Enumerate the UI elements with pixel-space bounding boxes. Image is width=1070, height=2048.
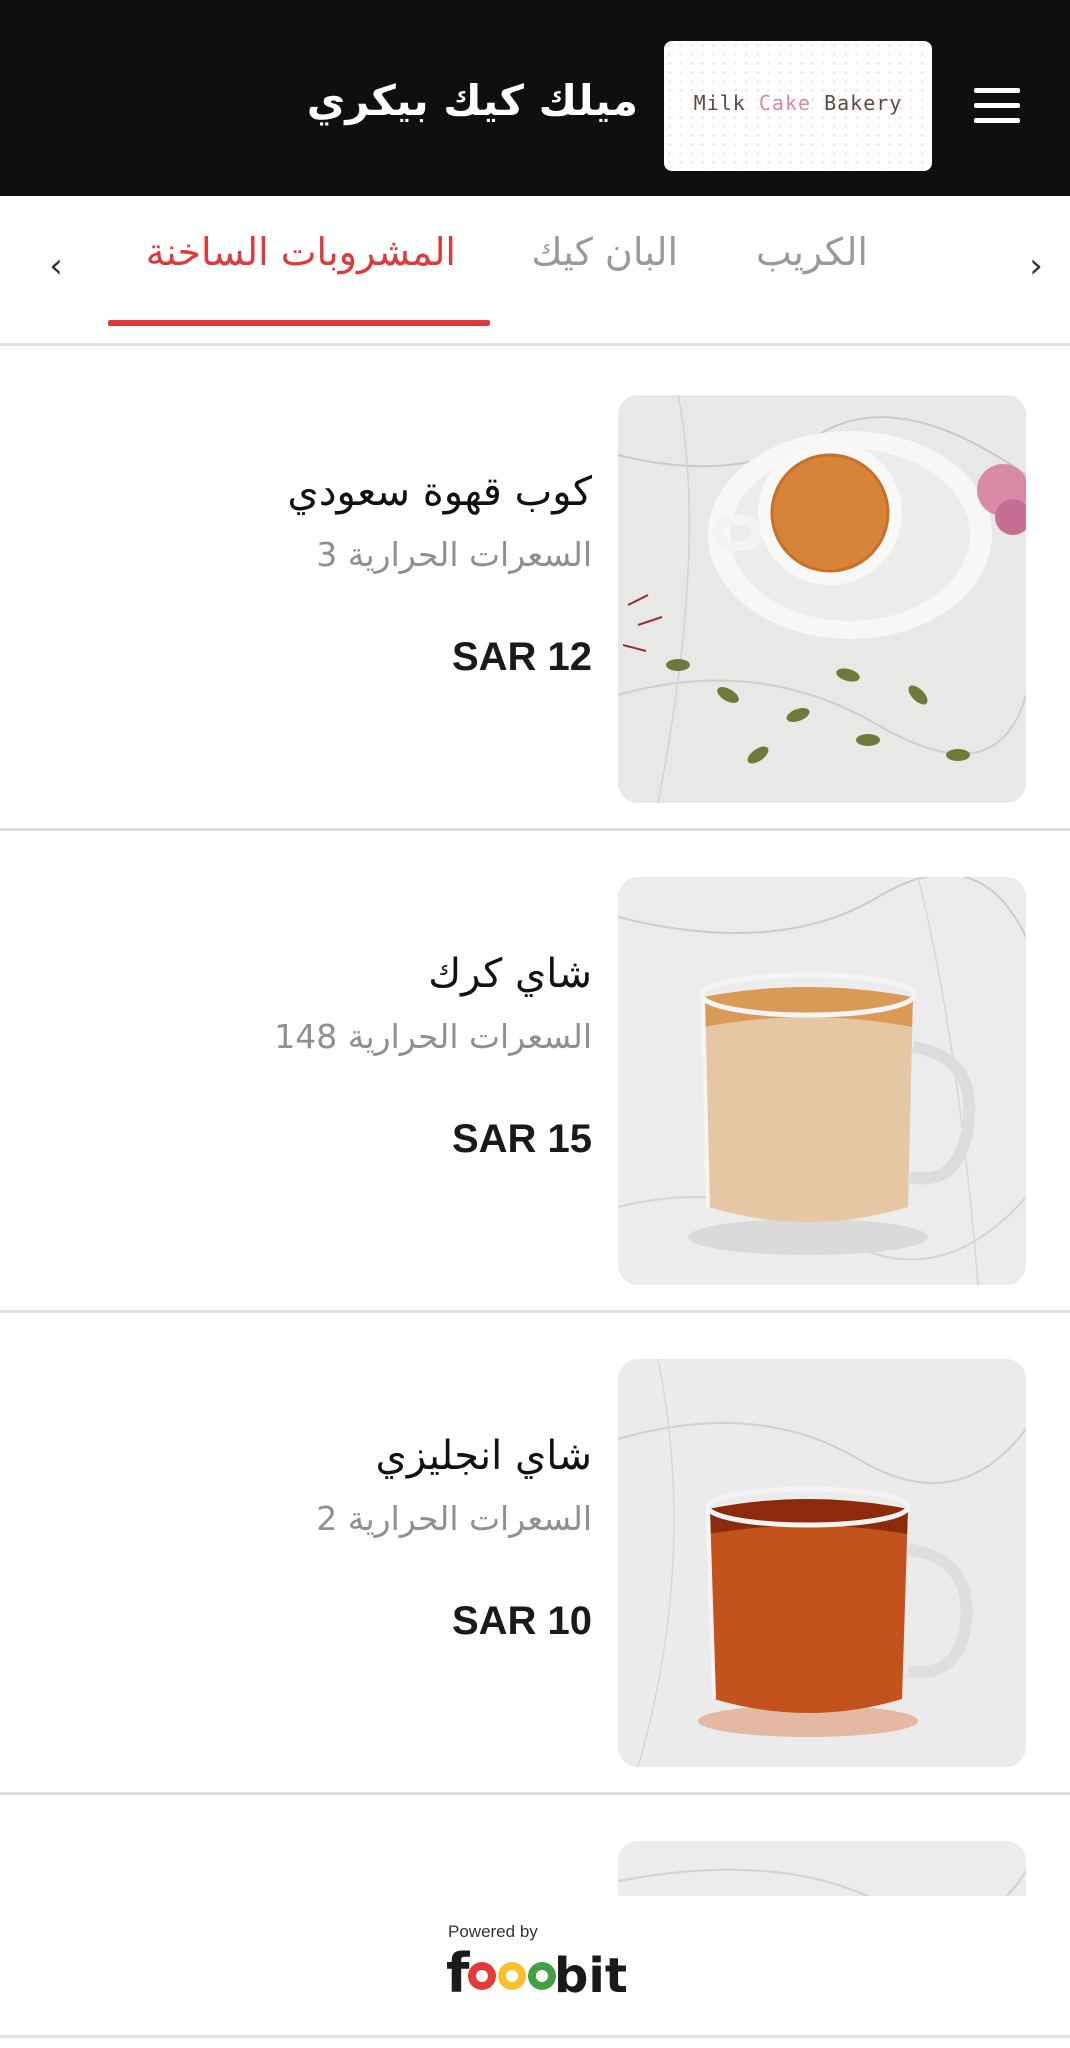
category-tabs: ‹ › الكريب البان كيك المشروبات الساخنة xyxy=(0,196,1070,346)
svg-text:bit: bit xyxy=(554,1948,626,2002)
powered-by-footer: Powered by f bit xyxy=(0,1896,1070,2038)
logo-text: Milk Cake Bakery xyxy=(693,91,903,115)
item-name: كوب قهوة سعودي xyxy=(287,469,592,515)
tab-crepe[interactable]: الكريب xyxy=(756,230,868,274)
item-name: شاي انجليزي xyxy=(375,1433,592,1479)
chevron-left-icon[interactable]: ‹ xyxy=(36,246,76,286)
item-image-saudi-coffee xyxy=(618,395,1026,803)
menu-item-partial[interactable] xyxy=(0,1795,1070,1961)
item-image-english-tea xyxy=(618,1359,1026,1767)
tab-hot-drinks[interactable]: المشروبات الساخنة xyxy=(146,230,456,274)
store-name: ميلك كيك بيكري xyxy=(306,76,638,125)
active-tab-indicator xyxy=(108,320,490,326)
tab-pancake[interactable]: البان كيك xyxy=(531,230,678,274)
item-calories: السعرات الحرارية 2 xyxy=(316,1499,592,1538)
svg-text:f: f xyxy=(446,1942,470,2002)
item-calories: السعرات الحرارية 3 xyxy=(316,535,592,574)
item-price: SAR 12 xyxy=(451,635,592,679)
menu-item[interactable]: شاي انجليزي السعرات الحرارية 2 SAR 10 xyxy=(0,1313,1070,1795)
app-header: Milk Cake Bakery ميلك كيك بيكري xyxy=(0,0,1070,196)
item-image-karak-tea xyxy=(618,877,1026,1285)
chevron-right-icon[interactable]: › xyxy=(1016,246,1056,286)
menu-item[interactable]: شاي كرك السعرات الحرارية 148 SAR 15 xyxy=(0,831,1070,1313)
store-logo: Milk Cake Bakery xyxy=(664,41,932,171)
foodbit-logo[interactable]: f bit xyxy=(446,1936,626,2002)
item-calories: السعرات الحرارية 148 xyxy=(274,1017,592,1056)
item-price: SAR 15 xyxy=(451,1117,592,1161)
item-price: SAR 10 xyxy=(451,1599,592,1643)
item-name: شاي كرك xyxy=(428,951,592,997)
menu-item[interactable]: كوب قهوة سعودي السعرات الحرارية 3 SAR 12 xyxy=(0,349,1070,831)
menu-item-list: كوب قهوة سعودي السعرات الحرارية 3 SAR 12… xyxy=(0,349,1070,1961)
hamburger-menu-icon[interactable] xyxy=(974,88,1020,124)
